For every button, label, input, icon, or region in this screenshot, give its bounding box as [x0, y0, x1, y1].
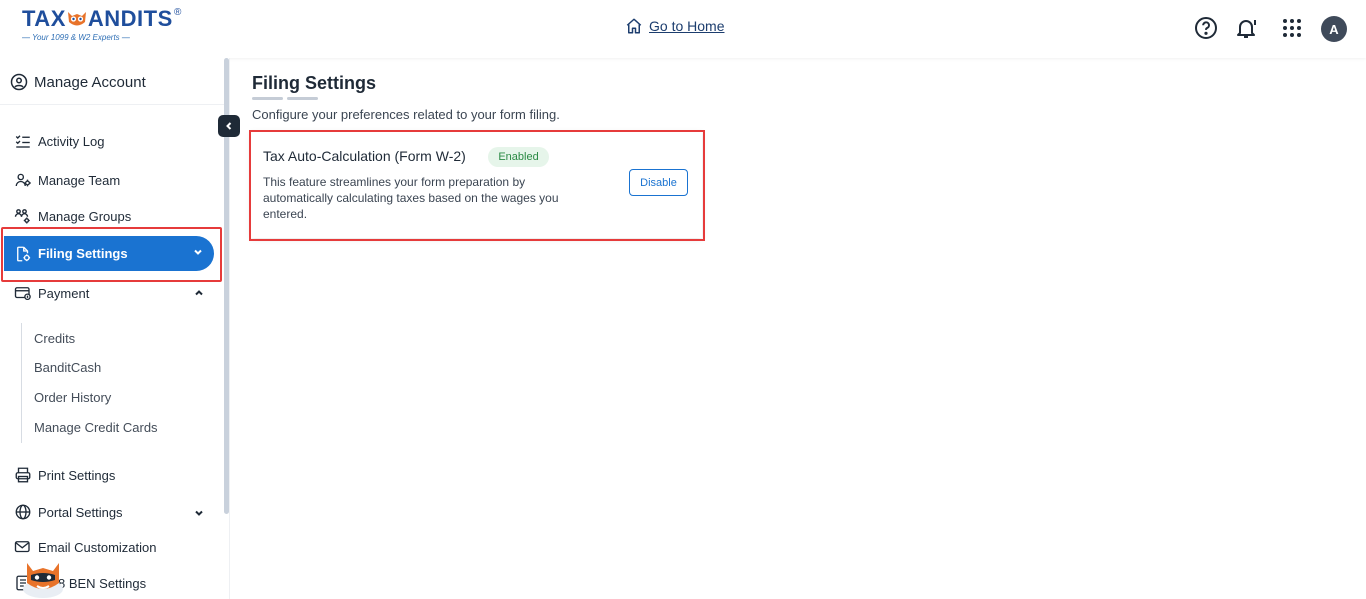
logo-wordmark: TAX ANDITS [22, 6, 173, 31]
sidebar-item-print-settings[interactable]: Print Settings [14, 466, 115, 484]
chevron-down-icon[interactable] [193, 507, 205, 519]
sidebar-item-label: Payment [38, 285, 90, 301]
user-circle-icon [10, 73, 28, 91]
sidebar-item-label: Activity Log [38, 133, 105, 149]
chevron-up-icon[interactable] [193, 287, 205, 299]
page-subtitle: Configure your preferences related to yo… [252, 107, 560, 122]
logo-registered-mark: ® [174, 7, 182, 18]
chevron-left-icon [226, 122, 232, 130]
sidebar-item-label: Email Customization [38, 539, 157, 555]
go-to-home-link[interactable]: Go to Home [625, 17, 724, 35]
taxbandits-logo[interactable]: TAX ANDITS ® — Your 1099 & W2 Experts — [22, 6, 187, 46]
sidebar-item-label: Portal Settings [38, 504, 123, 520]
card-title: Tax Auto-Calculation (Form W-2) [263, 148, 466, 164]
payment-submenu: Credits BanditCash Order History Manage … [21, 323, 201, 443]
submenu-item-order-history[interactable]: Order History [34, 390, 111, 405]
manage-account-heading[interactable]: Manage Account [10, 73, 146, 91]
home-icon [626, 18, 642, 34]
printer-icon [15, 467, 31, 483]
sidebar-item-label: Manage Groups [38, 208, 132, 224]
submenu-item-credits[interactable]: Credits [34, 331, 75, 346]
apps-grid-icon[interactable] [1280, 16, 1304, 40]
sidebar-collapse-button[interactable] [218, 115, 240, 137]
submenu-item-banditcash[interactable]: BanditCash [34, 360, 101, 375]
mascot-chat-icon[interactable] [19, 555, 67, 599]
go-to-home-label: Go to Home [649, 18, 725, 34]
bell-icon[interactable] [1234, 16, 1258, 40]
page-title: Filing Settings [252, 73, 376, 93]
sidebar-divider [0, 104, 224, 105]
team-icon [15, 173, 31, 187]
disable-button[interactable]: Disable [629, 169, 688, 196]
sidebar-item-payment[interactable]: Payment [14, 284, 89, 302]
mail-icon [14, 541, 30, 553]
help-icon[interactable] [1194, 16, 1218, 40]
submenu-item-manage-credit-cards[interactable]: Manage Credit Cards [34, 420, 158, 435]
user-avatar[interactable]: A [1321, 16, 1347, 42]
sidebar-item-manage-groups[interactable]: Manage Groups [14, 207, 131, 225]
logo-tagline: — Your 1099 & W2 Experts — [22, 33, 130, 42]
sidebar-item-label: Print Settings [38, 467, 116, 483]
sidebar-item-portal-settings[interactable]: Portal Settings [14, 503, 123, 521]
sidebar-item-manage-team[interactable]: Manage Team [14, 171, 120, 189]
card-description: This feature streamlines your form prepa… [263, 175, 559, 221]
sidebar-item-activity-log[interactable]: Activity Log [14, 132, 104, 150]
highlight-box-sidebar [1, 227, 222, 282]
payment-icon [14, 287, 31, 301]
manage-account-label: Manage Account [34, 73, 146, 91]
groups-icon [14, 209, 30, 224]
sidebar-item-label: Manage Team [38, 172, 121, 188]
globe-icon [15, 504, 31, 520]
sidebar-item-email-customization[interactable]: Email Customization [14, 538, 157, 556]
checklist-icon [15, 135, 30, 148]
status-badge: Enabled [488, 147, 549, 167]
top-header: TAX ANDITS ® — Your 1099 & W2 Experts — G… [0, 0, 1366, 58]
